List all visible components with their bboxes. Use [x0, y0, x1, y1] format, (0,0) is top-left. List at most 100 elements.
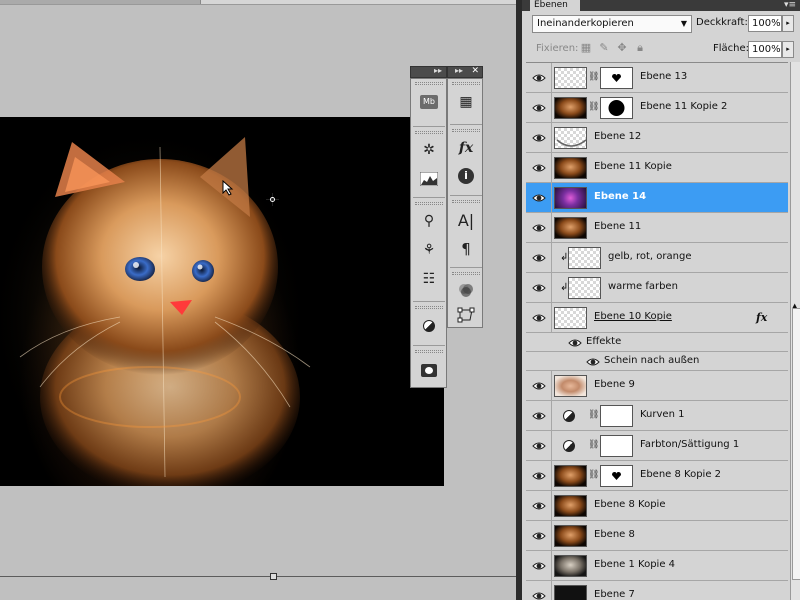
layer-thumbnail[interactable] — [554, 555, 587, 577]
adjustment-layer-icon[interactable] — [563, 440, 575, 452]
mini-bridge-icon[interactable]: Mb — [417, 91, 441, 113]
layer-thumbnail[interactable] — [554, 97, 587, 119]
link-chain-icon[interactable]: ⛓ — [588, 410, 599, 422]
layer-mask-thumbnail[interactable] — [600, 97, 633, 119]
eye-icon[interactable] — [532, 191, 546, 205]
eye-icon[interactable] — [532, 221, 546, 235]
lock-all-icon[interactable]: 🔒︎ — [634, 42, 646, 54]
layer-name[interactable]: Farbton/Sättigung 1 — [640, 439, 739, 450]
masks-icon[interactable] — [417, 359, 441, 381]
layer-row[interactable]: Ebene 14 — [526, 183, 788, 213]
layer-thumbnail[interactable] — [554, 217, 587, 239]
layer-name[interactable]: Ebene 14 — [594, 191, 646, 202]
layer-name[interactable]: warme farben — [608, 281, 678, 292]
eye-icon[interactable] — [532, 529, 546, 543]
lock-transparency-icon[interactable]: ▦ — [580, 42, 592, 54]
layer-thumbnail[interactable] — [554, 307, 587, 329]
layer-name[interactable]: Ebene 11 — [594, 221, 641, 232]
eye-icon[interactable] — [532, 251, 546, 265]
blend-mode-select[interactable]: Ineinanderkopieren ▼ — [532, 15, 692, 33]
layer-row[interactable]: Ebene 11 Kopie — [526, 153, 788, 183]
lock-position-icon[interactable]: ✥ — [616, 42, 628, 54]
layer-name[interactable]: Ebene 8 Kopie 2 — [640, 469, 721, 480]
layer-thumbnail[interactable] — [554, 375, 587, 397]
paths-icon[interactable] — [454, 304, 478, 326]
drag-grip[interactable] — [452, 129, 480, 132]
eye-icon[interactable] — [532, 469, 546, 483]
layer-effects-icon[interactable]: fx — [756, 311, 767, 324]
character-icon[interactable]: A| — [454, 209, 478, 231]
navigator-icon[interactable]: ▦ — [454, 91, 478, 113]
eye-icon[interactable] — [532, 559, 546, 573]
layer-row[interactable]: Ebene 7 — [526, 581, 788, 600]
layer-name[interactable]: Ebene 8 Kopie — [594, 499, 665, 510]
scroll-thumb[interactable] — [792, 308, 800, 580]
eye-icon[interactable] — [532, 101, 546, 115]
eye-icon[interactable] — [532, 379, 546, 393]
fill-slider-toggle[interactable]: ▸ — [782, 41, 794, 58]
opacity-input[interactable]: 100% — [748, 15, 782, 32]
layer-thumbnail[interactable] — [554, 67, 587, 89]
link-chain-icon[interactable]: ⛓ — [588, 72, 599, 84]
eye-icon[interactable] — [532, 589, 546, 600]
eye-icon[interactable] — [532, 311, 546, 325]
visibility-toggle[interactable] — [526, 521, 552, 551]
visibility-toggle[interactable] — [526, 93, 552, 123]
panel-collapse-bar-left[interactable]: ▸▸ — [410, 66, 447, 78]
eye-icon[interactable] — [532, 409, 546, 423]
layer-mask-thumbnail[interactable] — [600, 405, 633, 427]
layer-mask-thumbnail[interactable] — [600, 67, 633, 89]
drag-grip[interactable] — [415, 202, 443, 205]
visibility-toggle[interactable] — [526, 401, 552, 431]
styles-icon[interactable]: fx — [454, 137, 478, 159]
brush-presets-icon[interactable]: ✲ — [417, 139, 441, 161]
link-chain-icon[interactable]: ⛓ — [588, 102, 599, 114]
layer-mask-thumbnail[interactable] — [600, 435, 633, 457]
drag-grip[interactable] — [452, 200, 480, 203]
layer-thumbnail[interactable] — [568, 277, 601, 299]
layer-thumbnail[interactable] — [554, 585, 587, 600]
clone-source-icon[interactable]: ⚲ — [417, 210, 441, 232]
layer-name[interactable]: Ebene 11 Kopie — [594, 161, 672, 172]
effects-row[interactable]: Effekte — [526, 333, 788, 352]
adjustments-icon[interactable]: ☷ — [417, 268, 441, 290]
layer-name[interactable]: Ebene 7 — [594, 589, 635, 600]
layer-thumbnail[interactable] — [554, 187, 587, 209]
layer-row[interactable]: Ebene 11 — [526, 213, 788, 243]
tab-ebenen[interactable]: Ebenen — [530, 0, 580, 11]
document-canvas-image[interactable] — [0, 117, 444, 486]
visibility-toggle[interactable] — [526, 243, 552, 273]
layer-name[interactable]: Kurven 1 — [640, 409, 684, 420]
visibility-toggle[interactable] — [526, 491, 552, 521]
visibility-toggle[interactable] — [526, 581, 552, 600]
visibility-toggle[interactable] — [526, 213, 552, 243]
layer-name[interactable]: Ebene 1 Kopie 4 — [594, 559, 675, 570]
layer-mask-thumbnail[interactable] — [600, 465, 633, 487]
layer-row[interactable]: ⛓ Ebene 13 — [526, 63, 788, 93]
link-chain-icon[interactable]: ⛓ — [588, 440, 599, 452]
visibility-toggle[interactable] — [526, 153, 552, 183]
eye-icon[interactable] — [568, 336, 582, 350]
layer-row[interactable]: ↲ gelb, rot, orange — [526, 243, 788, 273]
close-icon[interactable]: ✕ — [471, 66, 479, 76]
paragraph-icon[interactable]: ¶ — [454, 238, 478, 260]
layer-name[interactable]: Ebene 9 — [594, 379, 635, 390]
layer-thumbnail[interactable] — [554, 495, 587, 517]
eye-icon[interactable] — [532, 161, 546, 175]
layer-row[interactable]: Ebene 8 — [526, 521, 788, 551]
adjustment-layer-icon[interactable] — [417, 315, 441, 337]
info-icon[interactable]: i — [454, 165, 478, 187]
panel-collapse-bar-right[interactable]: ▸▸ ✕ — [447, 66, 483, 78]
fill-input[interactable]: 100% — [748, 41, 782, 58]
collapse-arrows-icon[interactable]: ▸▸ — [434, 66, 442, 75]
eye-icon[interactable] — [532, 71, 546, 85]
layer-name[interactable]: Ebene 10 Kopie — [594, 311, 672, 322]
layer-thumbnail[interactable] — [554, 157, 587, 179]
visibility-toggle[interactable] — [526, 551, 552, 581]
layer-row[interactable]: ↲ warme farben — [526, 273, 788, 303]
eye-icon[interactable] — [532, 499, 546, 513]
layer-row[interactable]: ⛓ Kurven 1 — [526, 401, 788, 431]
drag-grip[interactable] — [452, 82, 480, 85]
layer-row[interactable]: Ebene 12 — [526, 123, 788, 153]
drag-grip[interactable] — [415, 306, 443, 309]
